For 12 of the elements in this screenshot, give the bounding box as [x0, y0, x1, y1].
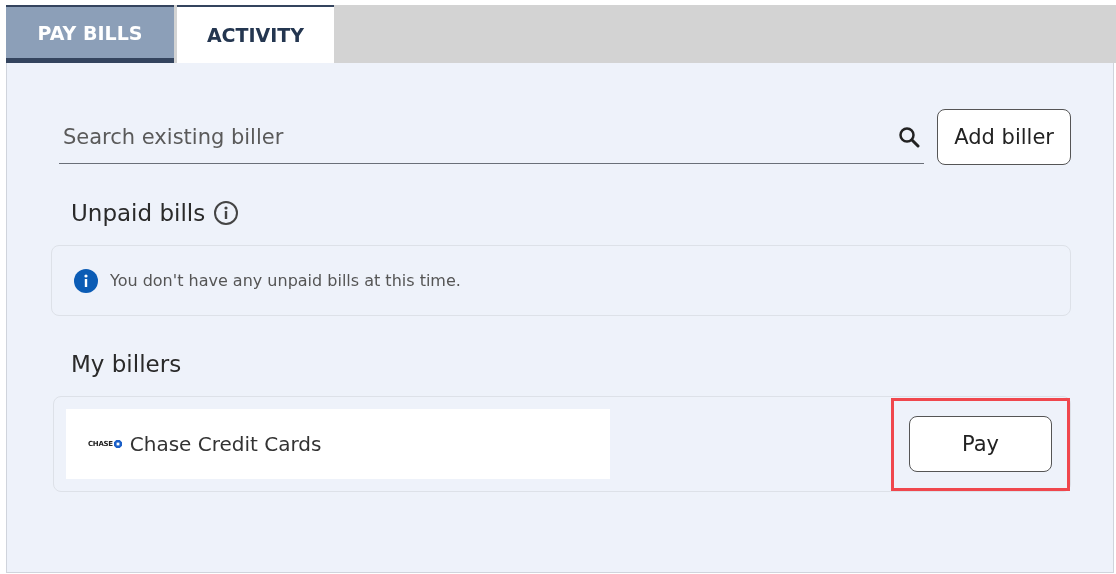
pay-button[interactable]: Pay: [909, 416, 1052, 472]
section-heading: My billers: [71, 351, 182, 377]
biller-name: Chase Credit Cards: [129, 432, 322, 456]
info-icon: [74, 268, 98, 293]
section-heading: Unpaid bills: [71, 200, 206, 226]
alert-message: You don't have any unpaid bills at this time.: [110, 271, 461, 290]
tab[interactable]: ACTIVITY: [177, 5, 334, 63]
search-field[interactable]: Search existing biller: [59, 124, 899, 149]
info-icon[interactable]: [213, 200, 240, 226]
octagon-logo-icon: [113, 440, 122, 448]
add-biller-button[interactable]: Add biller: [937, 109, 1071, 165]
search-icon[interactable]: [898, 125, 921, 148]
